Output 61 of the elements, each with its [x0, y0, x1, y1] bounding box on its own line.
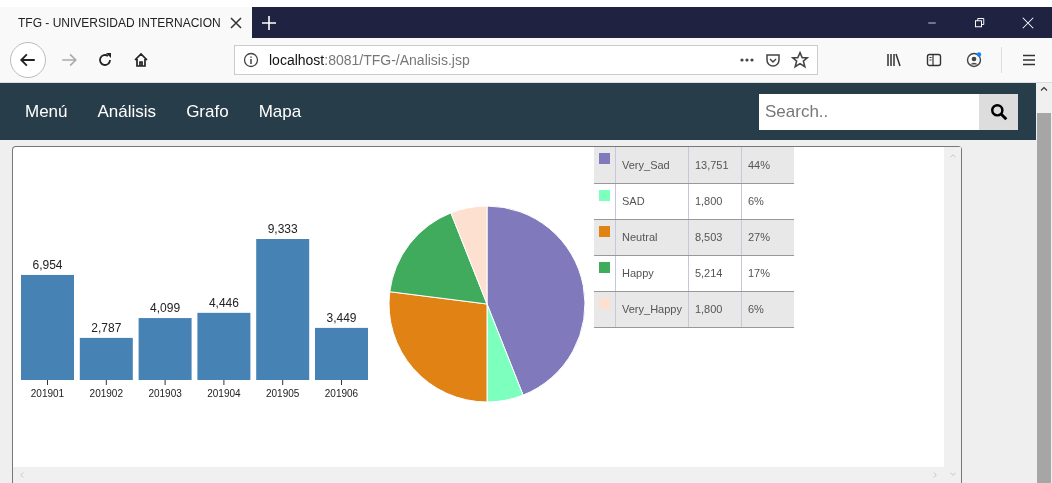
- bar-value-label: 9,333: [267, 222, 298, 236]
- restore-icon: [974, 16, 986, 29]
- horizontal-scrollbar[interactable]: [13, 467, 944, 483]
- axis-label: 201901: [30, 388, 65, 399]
- bar-value-label: 4,446: [208, 295, 239, 310]
- library-icon: [886, 52, 902, 68]
- star-icon: [791, 51, 809, 69]
- bar: [197, 312, 251, 380]
- account-icon: [966, 52, 982, 68]
- legend-count: 1,800: [688, 183, 742, 219]
- axis-label: 201902: [89, 388, 123, 399]
- legend-label: Neutral: [615, 219, 689, 255]
- vertical-scrollbar[interactable]: [944, 147, 961, 483]
- pocket-icon: [765, 52, 781, 68]
- legend-count: 5,214: [688, 255, 742, 291]
- legend-percent: 17%: [741, 255, 795, 291]
- reload-icon: [97, 52, 113, 68]
- legend-count: 13,751: [688, 147, 742, 183]
- bar-value-label: 6,954: [32, 257, 63, 272]
- page-scrollbar[interactable]: [1036, 83, 1052, 483]
- bar-value-label: 4,099: [150, 301, 181, 316]
- close-icon: [1021, 15, 1035, 30]
- plus-icon: [261, 14, 277, 31]
- bar: [138, 318, 192, 380]
- axis-label: 201905: [266, 388, 300, 399]
- legend-percent: 27%: [741, 219, 795, 255]
- info-icon: [243, 52, 259, 68]
- tab-title: TFG - UNIVERSIDAD INTERNACION: [18, 15, 222, 30]
- legend-label: Very_Sad: [615, 147, 689, 183]
- address-bar[interactable]: localhost:8081/TFG-/Analisis.jsp: [234, 45, 818, 75]
- nav-link[interactable]: Menú: [12, 101, 85, 122]
- bar: [315, 327, 368, 380]
- axis-label: 201906: [324, 388, 359, 399]
- bar-value-label: 2,787: [91, 320, 122, 335]
- back-arrow-icon: [19, 51, 37, 69]
- search-button[interactable]: [979, 93, 1018, 130]
- legend-percent: 44%: [741, 147, 795, 183]
- url-text: localhost:8081/TFG-/Analisis.jsp: [269, 52, 471, 68]
- browser-tab[interactable]: TFG - UNIVERSIDAD INTERNACION: [0, 7, 252, 38]
- sidebar-icon: [926, 52, 942, 68]
- legend-percent: 6%: [741, 183, 795, 219]
- forward-arrow-icon: [60, 51, 78, 69]
- legend-label: Happy: [615, 255, 689, 291]
- menu-icon: [1021, 52, 1037, 68]
- bar: [79, 337, 133, 380]
- close-icon: [228, 14, 244, 31]
- nav-link[interactable]: Análisis: [84, 101, 174, 122]
- legend-count: 1,800: [688, 291, 742, 327]
- home-icon: [133, 52, 149, 68]
- search-field[interactable]: Search..: [759, 93, 979, 130]
- nav-link[interactable]: Grafo: [173, 101, 246, 122]
- legend-count: 8,503: [688, 219, 742, 255]
- legend-label: SAD: [615, 183, 689, 219]
- search-icon: [989, 102, 1008, 121]
- legend-label: Very_Happy: [615, 291, 689, 327]
- bar-value-label: 3,449: [326, 310, 357, 325]
- back-button[interactable]: [10, 42, 46, 78]
- axis-label: 201903: [148, 388, 182, 399]
- legend-percent: 6%: [741, 291, 795, 327]
- nav-link[interactable]: Mapa: [245, 101, 319, 122]
- axis-label: 201904: [207, 388, 241, 399]
